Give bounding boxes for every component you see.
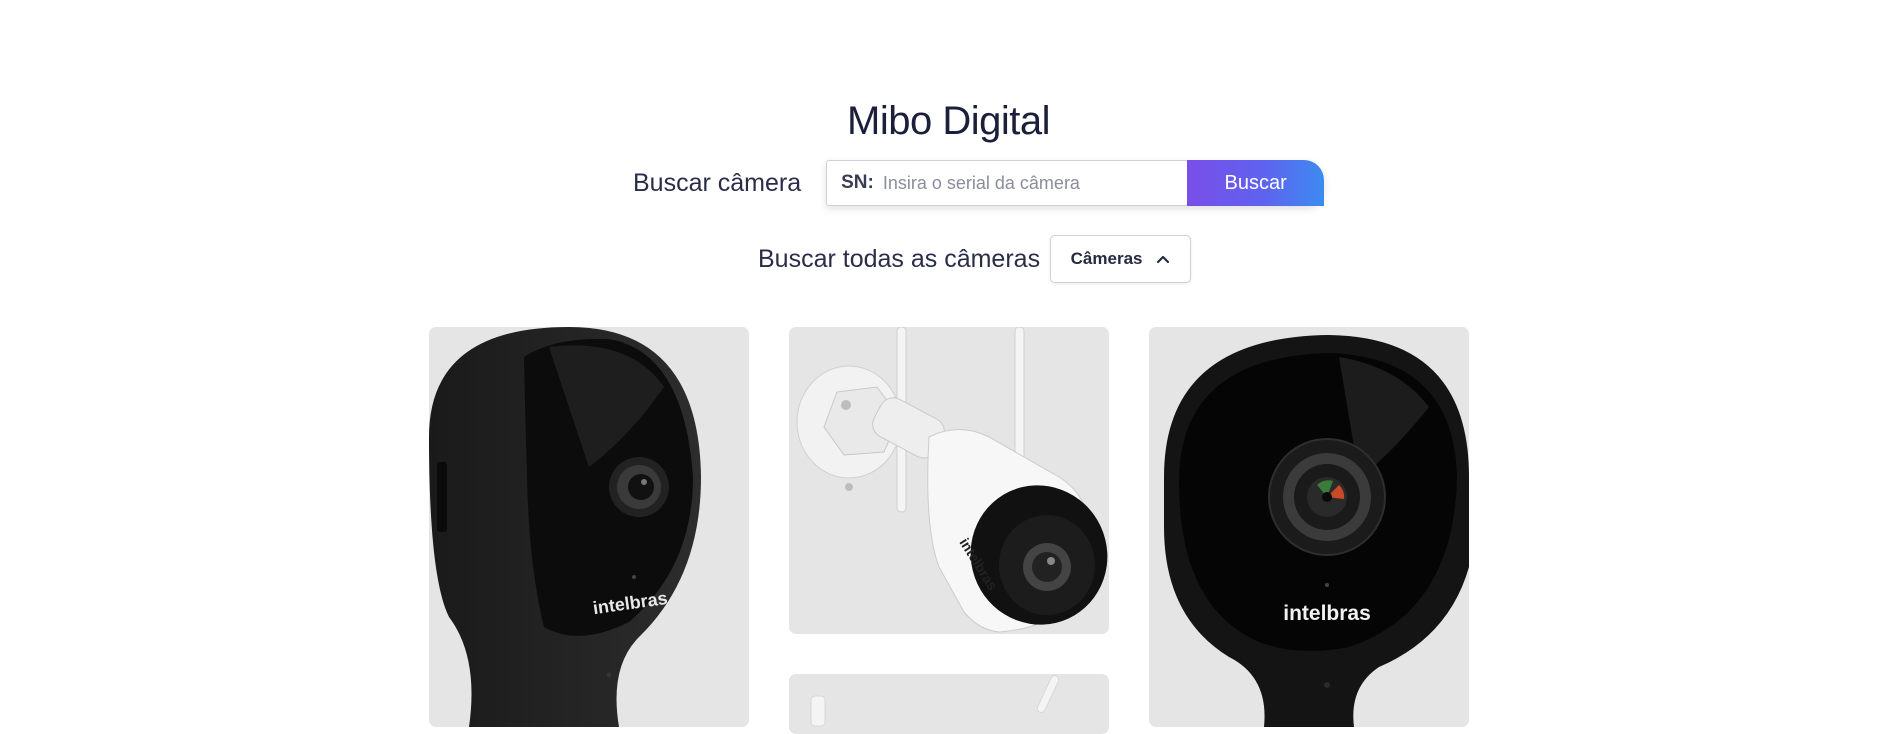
search-box: SN: Buscar (826, 160, 1325, 206)
dropdown-value: Câmeras (1070, 249, 1143, 268)
product-card-1[interactable]: intelbras (429, 327, 749, 727)
product-card-3[interactable]: intelbras (1149, 327, 1469, 727)
search-row: Buscar câmera SN: Buscar (633, 160, 1325, 206)
indoor-camera-front-image: intelbras (1164, 335, 1469, 727)
sn-prefix: SN: (841, 172, 874, 193)
camera-image (810, 674, 1060, 727)
indoor-camera-image: intelbras (429, 327, 701, 727)
chevron-up-icon (1156, 254, 1170, 264)
outdoor-bullet-camera-image: intelbras (796, 327, 1108, 633)
search-label: Buscar câmera (633, 168, 802, 197)
brand-logo: intelbras (1283, 602, 1371, 625)
search-button[interactable]: Buscar (1187, 160, 1325, 206)
product-card-2[interactable]: intelbras (789, 327, 1109, 634)
product-card-4[interactable] (789, 674, 1109, 734)
cameras-dropdown[interactable]: Câmeras (1050, 235, 1192, 283)
all-cameras-label: Buscar todas as câmeras (758, 244, 1041, 273)
all-cameras-row: Buscar todas as câmeras Câmeras (758, 235, 1192, 283)
search-field[interactable]: SN: (826, 160, 1188, 206)
serial-search-input[interactable] (880, 171, 1175, 195)
page-title: Mibo Digital (847, 98, 1050, 143)
